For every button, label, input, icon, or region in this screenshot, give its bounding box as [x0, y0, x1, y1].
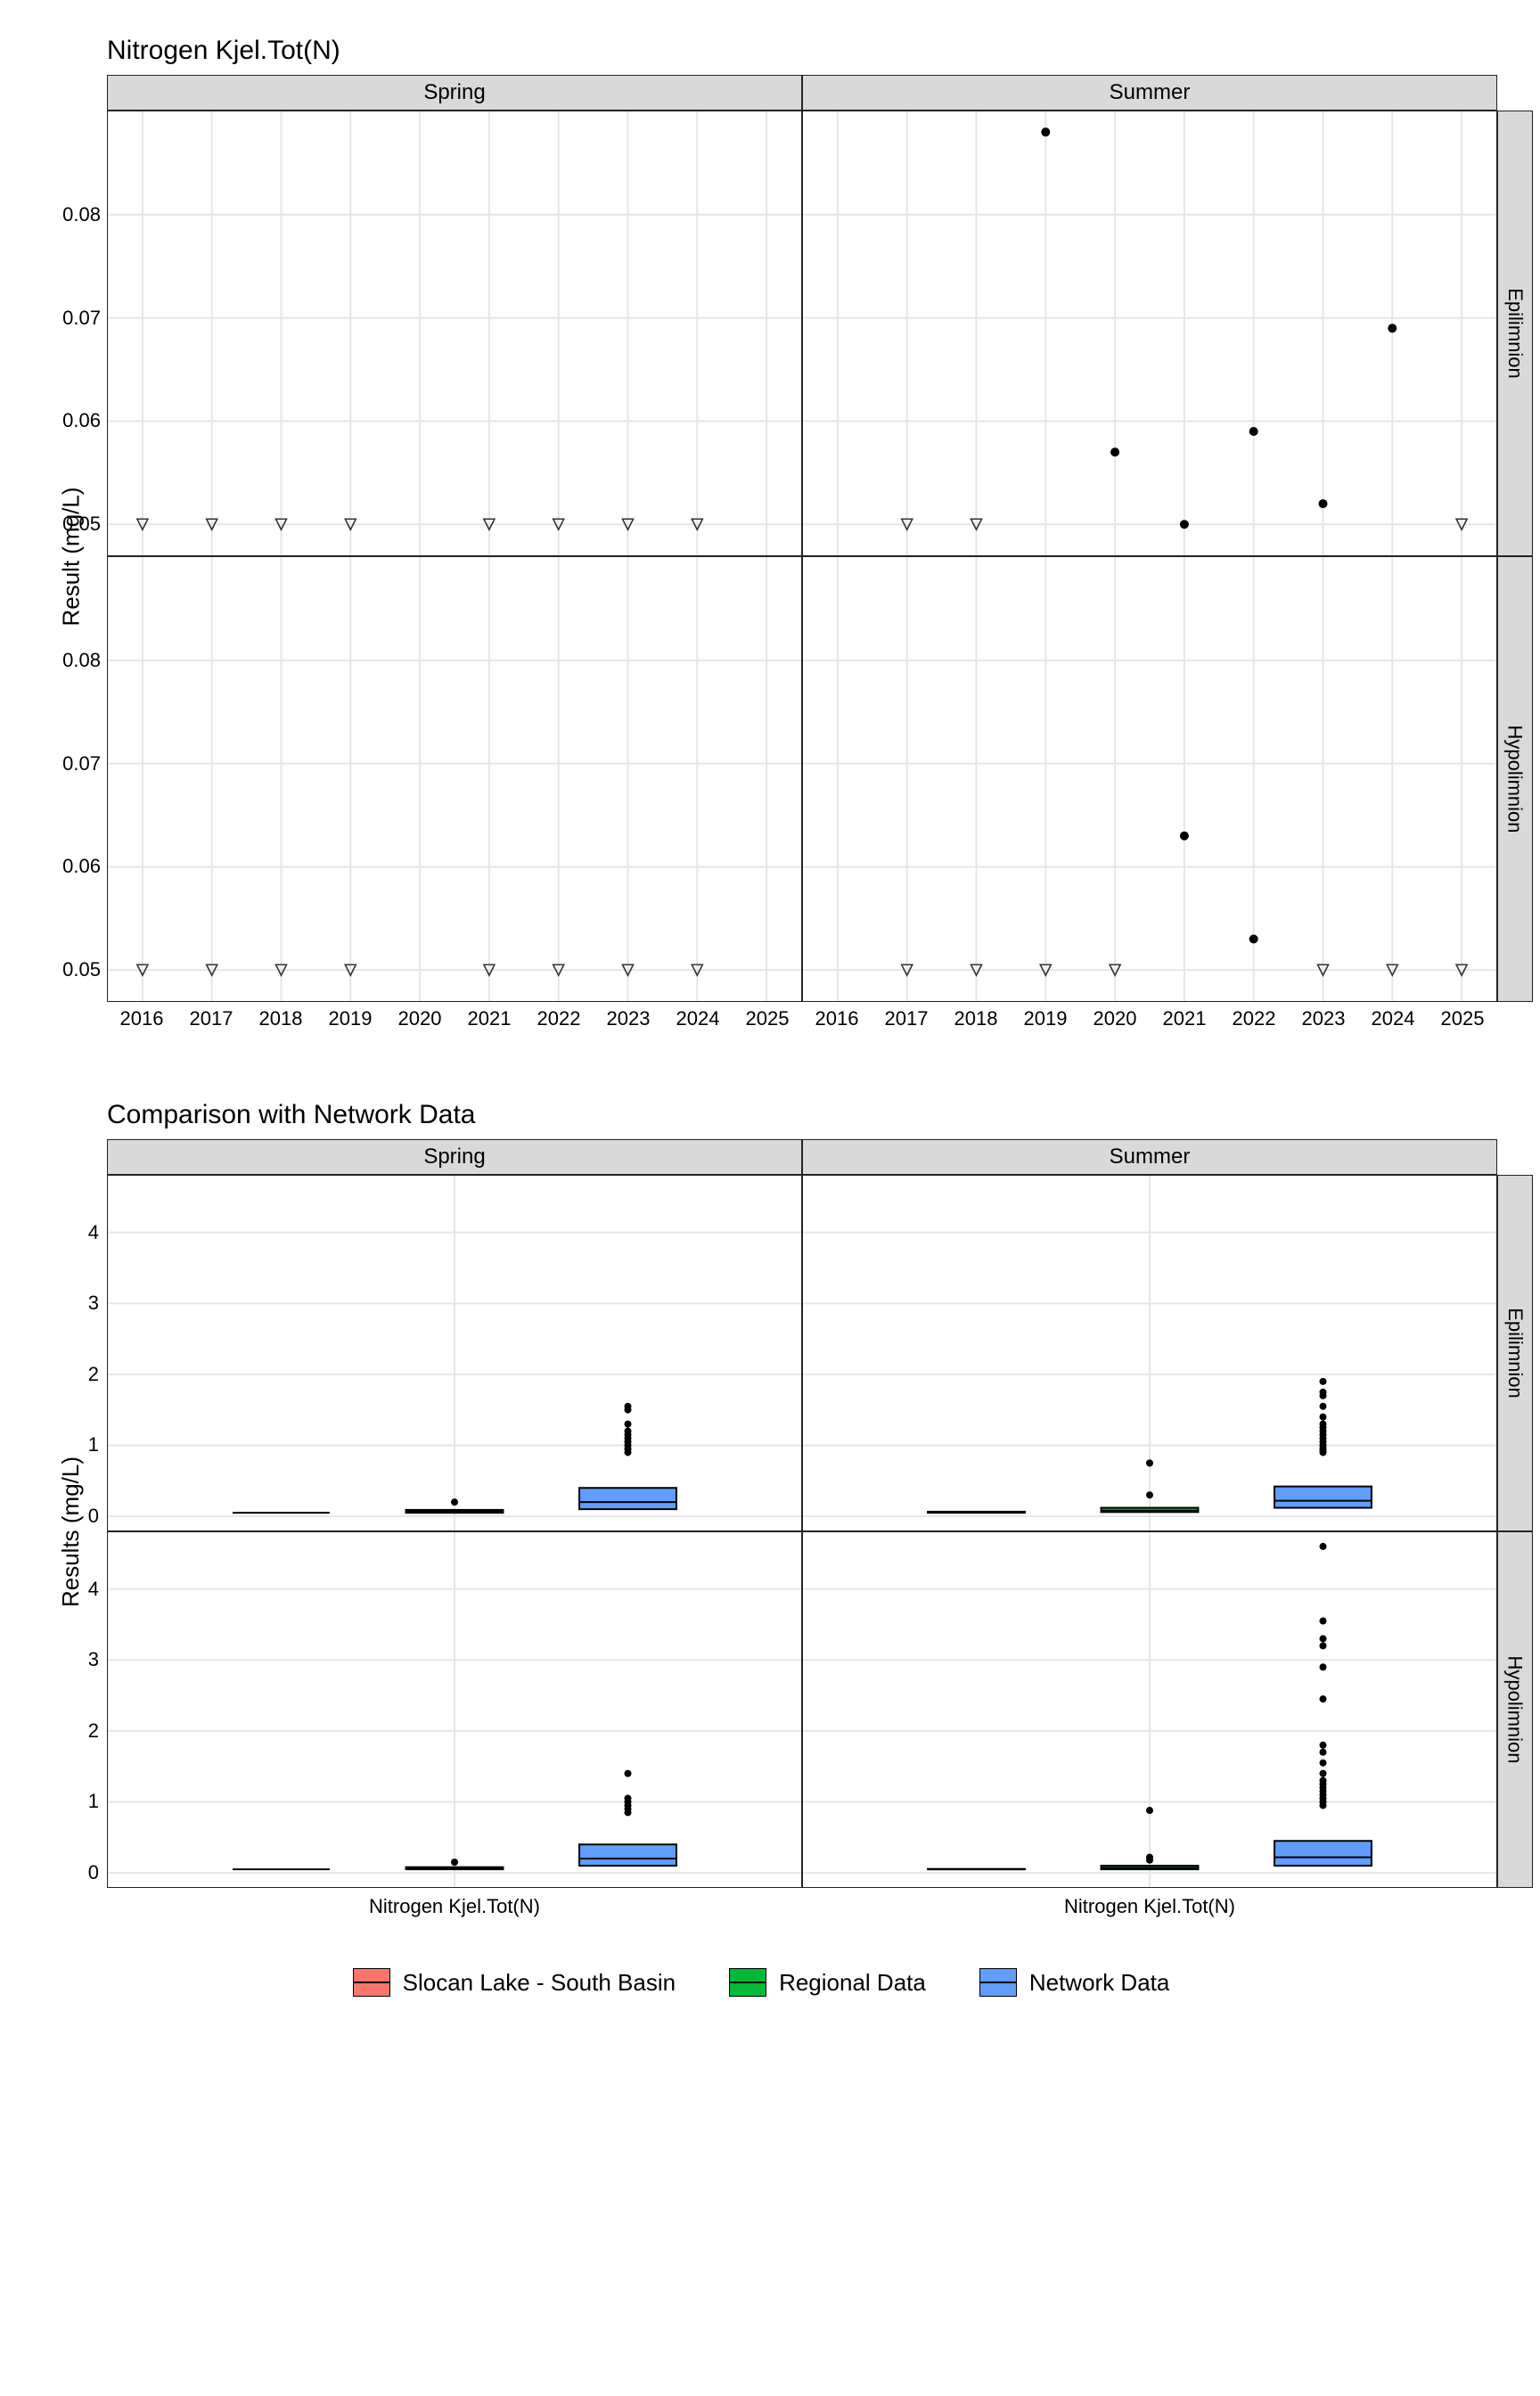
chart2-col-strip-spring: Spring [107, 1139, 802, 1175]
boxpanel-spring-hypo: 01234 [107, 1531, 802, 1888]
chart1-ylabel: Result (mg/L) [58, 487, 86, 626]
legend-label-regional: Regional Data [779, 1969, 926, 1997]
box-row-strip-epi: Epilimnion [1497, 1175, 1533, 1531]
box-row-strip-epi-label: Epilimnion [1503, 1308, 1527, 1399]
chart2-ylabel-wrap: Results (mg/L) [36, 1175, 107, 1888]
chart2-ylabel: Results (mg/L) [58, 1456, 86, 1606]
chart2-xaxis: Nitrogen Kjel.Tot(N) Nitrogen Kjel.Tot(N… [107, 1888, 1497, 1924]
legend-key-slocan: Slocan Lake - South Basin [353, 1968, 676, 1997]
boxpanel-summer-hypo [802, 1531, 1497, 1888]
row-strip-hypo: Hypolimnion [1497, 556, 1533, 1002]
chart1-grid: Result (mg/L) Spring Summer 0.050.060.07… [36, 75, 1487, 1038]
legend-label-slocan: Slocan Lake - South Basin [403, 1969, 676, 1997]
legend-label-network: Network Data [1029, 1969, 1170, 1997]
chart1-col-strip-summer: Summer [802, 75, 1497, 111]
legend-swatch-regional [729, 1968, 766, 1997]
panel-summer-epi [802, 111, 1497, 556]
legend-key-network: Network Data [979, 1968, 1170, 1997]
boxpanel-summer-epi [802, 1175, 1497, 1531]
legend-key-regional: Regional Data [729, 1968, 926, 1997]
boxpanel-spring-epi: 01234 [107, 1175, 802, 1531]
box-row-strip-hypo: Hypolimnion [1497, 1531, 1533, 1888]
chart2-xcat-a: Nitrogen Kjel.Tot(N) [107, 1888, 802, 1924]
legend: Slocan Lake - South Basin Regional Data … [36, 1968, 1487, 1997]
chart1-xaxis: 2016201720182019202020212022202320242025… [107, 1002, 1497, 1038]
legend-swatch-network [979, 1968, 1017, 1997]
chart2-grid: Results (mg/L) Spring Summer 01234 Epili… [36, 1139, 1487, 1924]
panel-summer-hypo [802, 556, 1497, 1002]
chart2-col-strip-summer: Summer [802, 1139, 1497, 1175]
panel-spring-epi: 0.050.060.070.08 [107, 111, 802, 556]
box-row-strip-hypo-label: Hypolimnion [1503, 1655, 1527, 1763]
row-strip-hypo-label: Hypolimnion [1503, 725, 1527, 833]
chart1-col-strip-spring: Spring [107, 75, 802, 111]
row-strip-epi: Epilimnion [1497, 111, 1533, 556]
chart2-title: Comparison with Network Data [107, 1100, 1487, 1130]
chart1-title: Nitrogen Kjel.Tot(N) [107, 36, 1487, 66]
legend-swatch-slocan [353, 1968, 390, 1997]
row-strip-epi-label: Epilimnion [1503, 288, 1527, 379]
panel-spring-hypo: 0.050.060.070.08 [107, 556, 802, 1002]
chart2-xcat-b: Nitrogen Kjel.Tot(N) [802, 1888, 1497, 1924]
